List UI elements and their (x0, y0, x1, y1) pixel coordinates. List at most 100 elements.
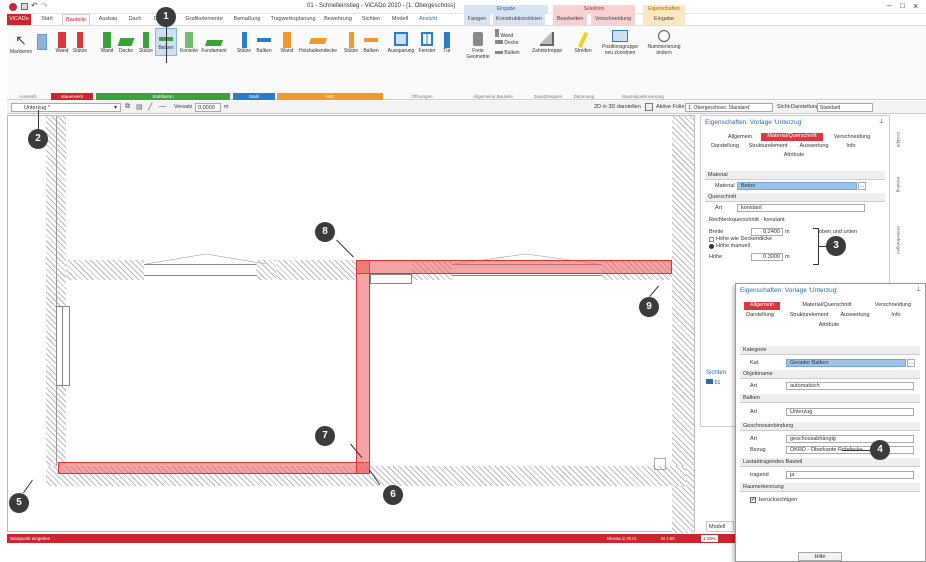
tab-tragwerksplanung[interactable]: Tragwerksplanung (269, 14, 317, 25)
versatz-input[interactable]: 0.0000 (195, 103, 221, 112)
kategorie-browse-button[interactable]: … (907, 359, 915, 367)
tab-auswertung[interactable]: Auswertung (836, 312, 874, 318)
tab-modell[interactable]: Modell (387, 14, 413, 25)
tab-material-querschnitt[interactable]: Material/Querschnitt (796, 302, 858, 308)
left-window[interactable] (56, 306, 70, 386)
section-raumerkennung[interactable]: Raumerkennung (740, 483, 920, 492)
folie-dropdown[interactable]: 1. Obergeschoss: Standard (685, 103, 773, 112)
tab-bauteile[interactable]: Bauteile (62, 14, 90, 25)
stb-wand-button[interactable]: Wand (98, 32, 116, 54)
markieren-button[interactable]: ↖ Markieren (9, 32, 33, 55)
allg-balken-button[interactable]: Balken (495, 50, 523, 56)
objektname-art-dropdown[interactable]: automatisch (786, 382, 914, 390)
section-geschossanbindung[interactable]: Geschossanbindung (740, 422, 920, 431)
tab-ausbau[interactable]: Ausbau (95, 14, 121, 25)
tab-dach[interactable]: Dach (124, 14, 146, 25)
tab-vicado[interactable]: ViCADo (7, 14, 31, 25)
line-type-icon[interactable]: ╱ (148, 103, 152, 111)
app-logo-icon[interactable] (9, 3, 17, 11)
middle-wall-segment-1[interactable] (66, 260, 144, 280)
tab-verschneidung[interactable]: Verschneidung (868, 302, 918, 308)
sicht-dropdown[interactable]: Standard (817, 103, 873, 112)
beam-bottom[interactable] (58, 462, 370, 474)
tab-fangen[interactable]: Fangen (464, 14, 490, 25)
stb-stuetze-button[interactable]: Stütze (137, 32, 155, 54)
fenster-button[interactable]: Fenster (417, 32, 437, 54)
tab-darstellung[interactable]: Darstellung (707, 143, 743, 149)
sichten-item[interactable]: 01 (715, 380, 721, 386)
tab-konstruktionslinien[interactable]: Konstruktionslinien (493, 14, 545, 25)
folder-icon[interactable] (706, 379, 713, 384)
paste-icon[interactable]: ▤ (136, 103, 143, 111)
tab-allgemein[interactable]: Allgemein (725, 134, 755, 140)
pin-icon[interactable]: ⊥ (916, 286, 921, 293)
allg-decke-button[interactable]: Decke (495, 40, 523, 46)
tuer-button[interactable]: Tür (439, 32, 455, 54)
tab-ansicht[interactable]: Ansicht (415, 14, 441, 25)
line-style-icon[interactable]: — (159, 103, 166, 110)
beam-vertical[interactable] (356, 260, 370, 474)
section-objektname[interactable]: Objektname (740, 370, 920, 379)
tab-bewehrung[interactable]: Bewehrung (322, 14, 354, 25)
breite-input[interactable]: 0.2400 (751, 228, 783, 236)
holzbalkendecke-button[interactable]: Holzbalkendecke (297, 32, 339, 54)
maximize-button[interactable]: □ (900, 1, 905, 10)
stahl-balken-button[interactable]: Balken (254, 32, 274, 54)
tab-strukturelement[interactable]: Strukturelement (745, 143, 791, 149)
show-3d-button[interactable]: 2D in 3D darstellen (594, 104, 641, 110)
holz-wand-button[interactable]: Wand (278, 32, 296, 54)
side-tab-katalog[interactable]: Katalog (891, 165, 901, 205)
tab-verschneidung[interactable]: Verschneidung (827, 134, 877, 140)
modell-tab[interactable]: Modell (706, 521, 734, 532)
status-extra[interactable]: 1:10% (701, 535, 718, 542)
minimize-button[interactable]: – (887, 1, 891, 10)
stb-fundament-button[interactable]: Fundament (200, 32, 228, 54)
tragend-dropdown[interactable]: ja (786, 471, 914, 479)
stahl-stuetze-button[interactable]: Stütze (235, 32, 253, 54)
tab-strukturelement[interactable]: Strukturelement (786, 312, 832, 318)
hoehe-deckendicke-checkbox[interactable] (709, 237, 714, 242)
tab-allgemein[interactable]: Allgemein (744, 302, 780, 310)
section-material[interactable]: Material (705, 171, 885, 180)
balken-art-dropdown[interactable]: Unterzug (786, 408, 914, 416)
undo-icon[interactable]: ↶ (31, 1, 38, 10)
hoehe-manuell-radio[interactable] (709, 244, 714, 249)
tab-bemassung[interactable]: Bemaßung (231, 14, 263, 25)
material-browse-button[interactable]: … (858, 182, 866, 190)
tab-info[interactable]: Info (841, 143, 861, 149)
tab-auswertung[interactable]: Auswertung (795, 143, 833, 149)
aussparung-button[interactable]: Aussparung (387, 32, 415, 54)
tab-eingabe[interactable]: Eingabe (643, 14, 685, 25)
streifen-button[interactable]: Streifen (570, 31, 596, 54)
geschoss-art-dropdown[interactable]: geschossabhängig (786, 435, 914, 443)
save-icon[interactable] (21, 3, 28, 10)
tab-verschneidung[interactable]: Verschneidung (591, 14, 635, 25)
section-balken[interactable]: Balken (740, 394, 920, 403)
mauerwerk-wand-button[interactable]: Wand (53, 32, 71, 54)
beam-top[interactable] (356, 260, 672, 274)
mauerwerk-stuetze-button[interactable]: Stütze (71, 32, 89, 54)
template-dropdown[interactable]: Unterzug * ▼ (11, 103, 121, 112)
section-querschnitt[interactable]: Querschnitt (705, 193, 885, 202)
section-lastabtragend[interactable]: Lastabtragendes Bauteil (740, 458, 920, 467)
tab-darstellung[interactable]: Darstellung (742, 312, 778, 318)
hilfe-button[interactable]: Hilfe (798, 552, 842, 561)
beruecksichtigen-checkbox[interactable]: ✔ (750, 497, 756, 503)
zahnbrtreppe-button[interactable]: Zahnbrtreppe (527, 32, 567, 54)
tab-sichten[interactable]: Sichten (358, 14, 384, 25)
side-tab-cockpit[interactable]: Cockpit (891, 120, 901, 160)
hoehe-input[interactable]: 0.3000 (751, 253, 783, 261)
section-kategorie[interactable]: Kategorie (740, 346, 920, 355)
tab-material-querschnitt[interactable]: Material/Querschnitt (761, 133, 823, 141)
stb-konsole-button[interactable]: Konsole (179, 32, 199, 54)
tab-attribute[interactable]: Attribute (777, 152, 811, 158)
nummerierung-button[interactable]: Nummerierung ändern (643, 30, 685, 56)
tab-grafikelemente[interactable]: Grafikelemente (182, 14, 226, 25)
copy-icon[interactable]: ⧉ (125, 103, 130, 111)
side-tab-anmerkungen[interactable]: Anmerkungen (891, 210, 901, 270)
layer-icon[interactable] (645, 103, 653, 111)
kategorie-field[interactable]: Gerader Balken (786, 359, 906, 367)
redo-icon[interactable]: ↷ (41, 1, 48, 10)
allg-wand-button[interactable]: Wand (495, 29, 523, 39)
tab-start[interactable]: Start (35, 14, 59, 25)
